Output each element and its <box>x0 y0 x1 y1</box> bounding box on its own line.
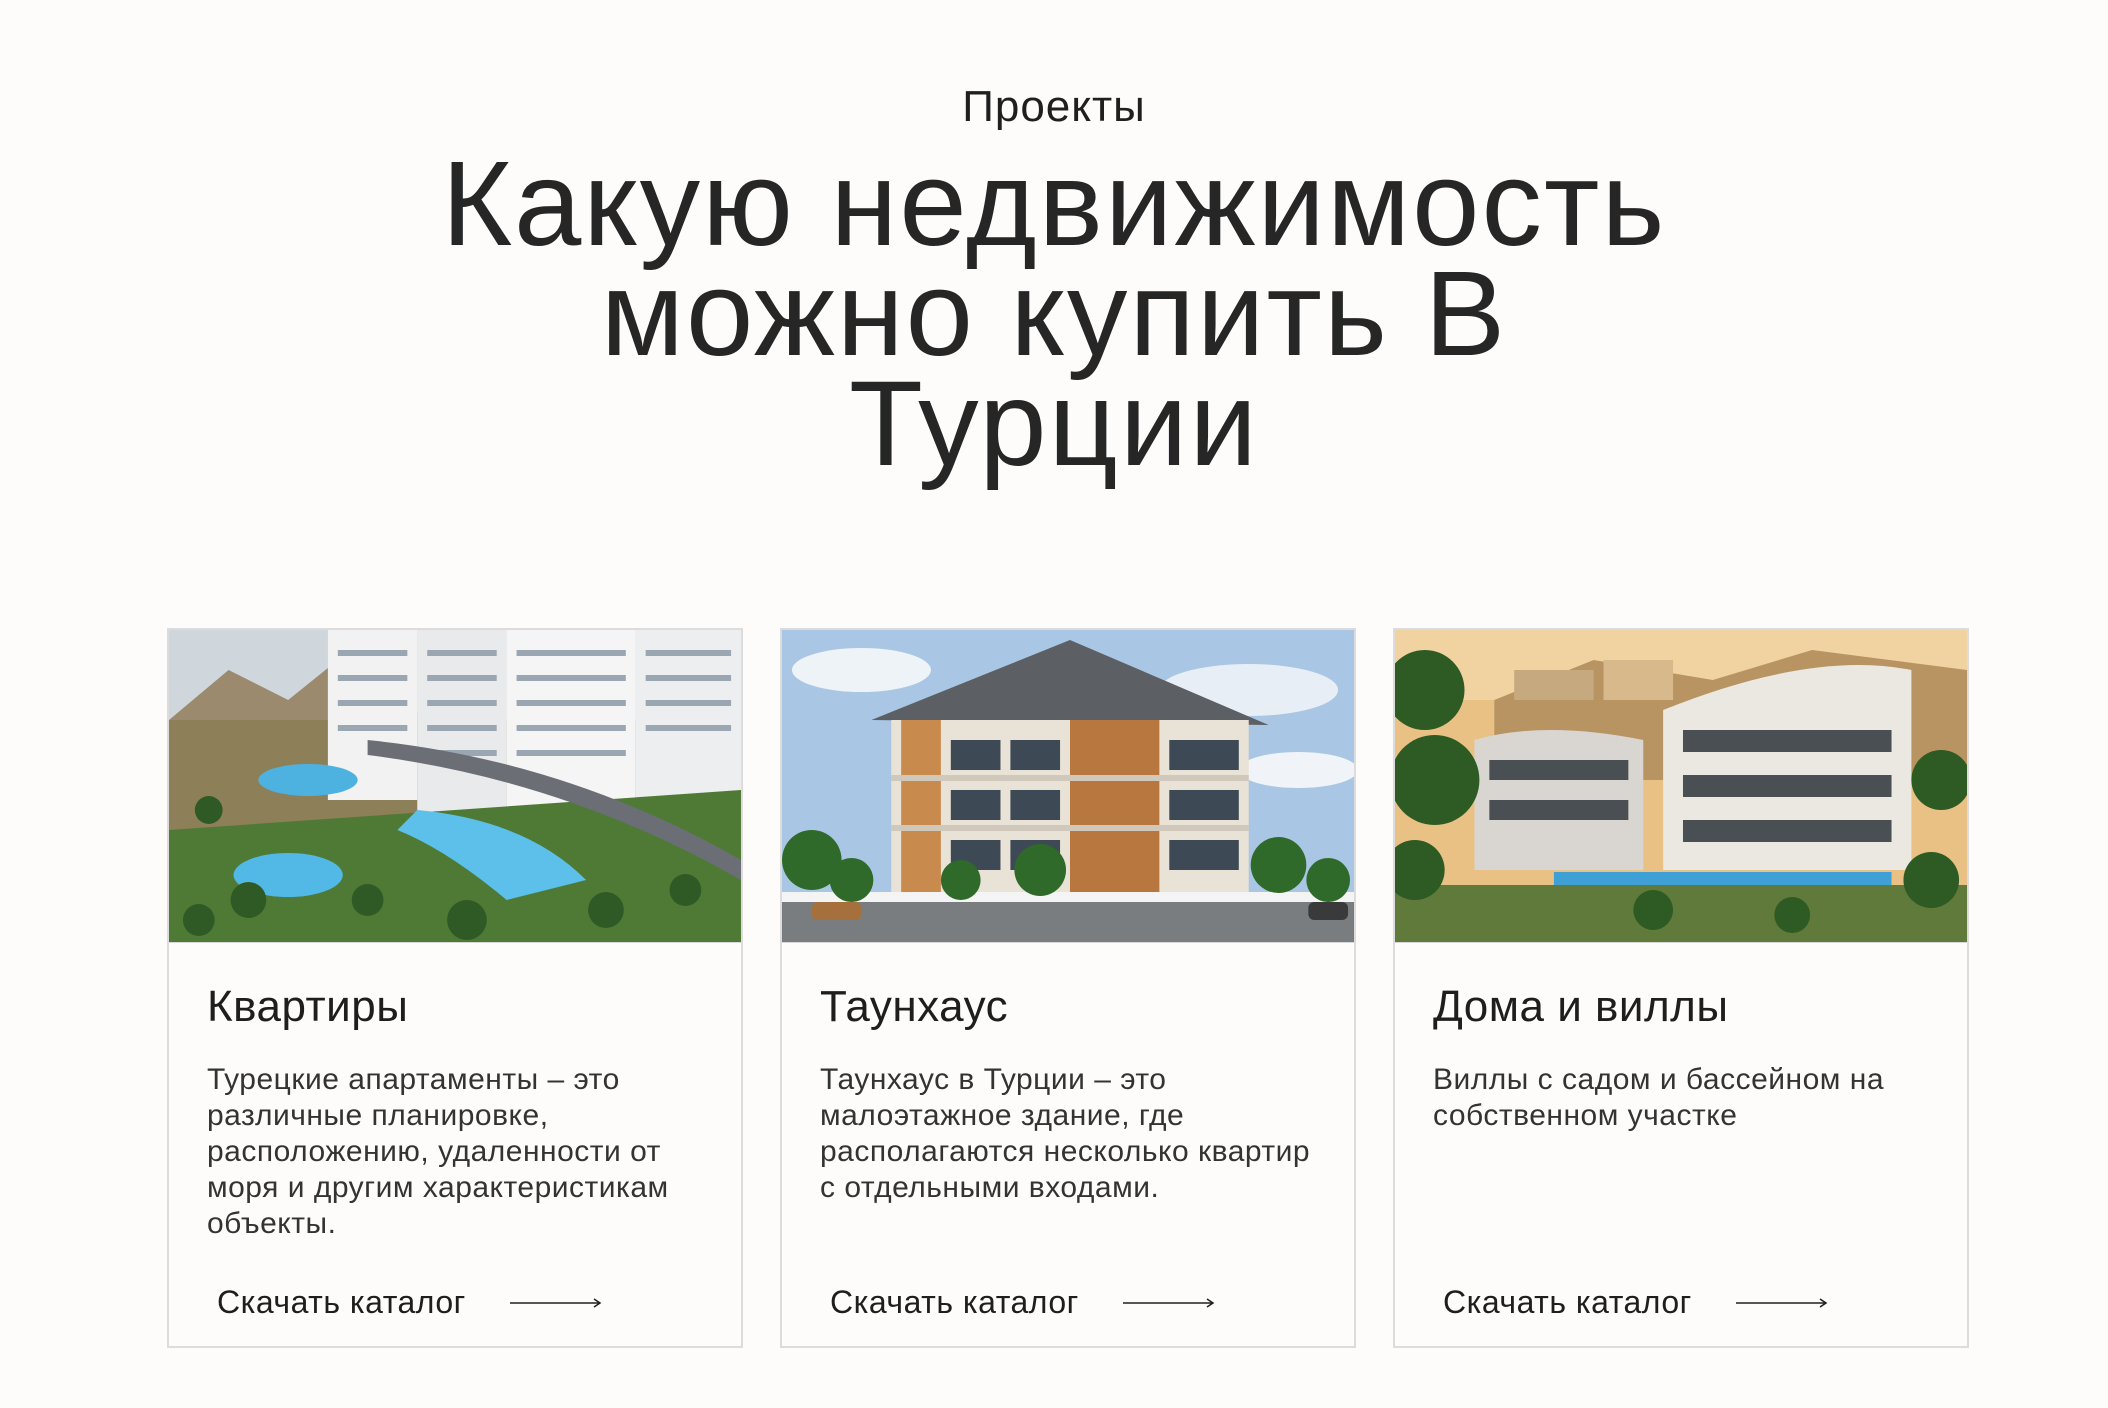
villa-photo <box>1395 630 1967 943</box>
page-title: Какую недвижимость можно купить В Турции <box>354 143 1754 484</box>
project-cards: Квартиры Турецкие апартаменты – это разл… <box>167 628 1976 1348</box>
arrow-right-icon <box>1122 1297 1215 1309</box>
download-catalog-label: Скачать каталог <box>830 1284 1079 1320</box>
card-description: Виллы с садом и бассейном на собственном… <box>1433 1063 1885 1132</box>
apartment-complex-photo <box>169 630 741 943</box>
card-villas[interactable]: Дома и виллы Виллы с садом и бассейном н… <box>1393 628 1969 1348</box>
page-title-line-3: Турции <box>848 355 1260 491</box>
download-catalog-label: Скачать каталог <box>217 1284 466 1320</box>
section-label: Проекты <box>962 82 1146 131</box>
download-catalog-label: Скачать каталог <box>1443 1284 1692 1320</box>
card-description: Турецкие апартаменты – это различные пла… <box>207 1063 669 1240</box>
card-title: Дома и виллы <box>1433 982 1729 1031</box>
download-catalog-link[interactable]: Скачать каталог <box>1443 1284 1828 1321</box>
card-title: Таунхаус <box>820 982 1009 1031</box>
card-townhouse[interactable]: Таунхаус Таунхаус в Турции – это малоэта… <box>780 628 1356 1348</box>
card-title: Квартиры <box>207 982 409 1031</box>
townhouse-photo <box>782 630 1354 943</box>
card-description: Таунхаус в Турции – это малоэтажное здан… <box>820 1063 1311 1204</box>
card-apartments[interactable]: Квартиры Турецкие апартаменты – это разл… <box>167 628 743 1348</box>
download-catalog-link[interactable]: Скачать каталог <box>830 1284 1215 1321</box>
arrow-right-icon <box>509 1297 602 1309</box>
download-catalog-link[interactable]: Скачать каталог <box>217 1284 602 1321</box>
arrow-right-icon <box>1735 1297 1828 1309</box>
